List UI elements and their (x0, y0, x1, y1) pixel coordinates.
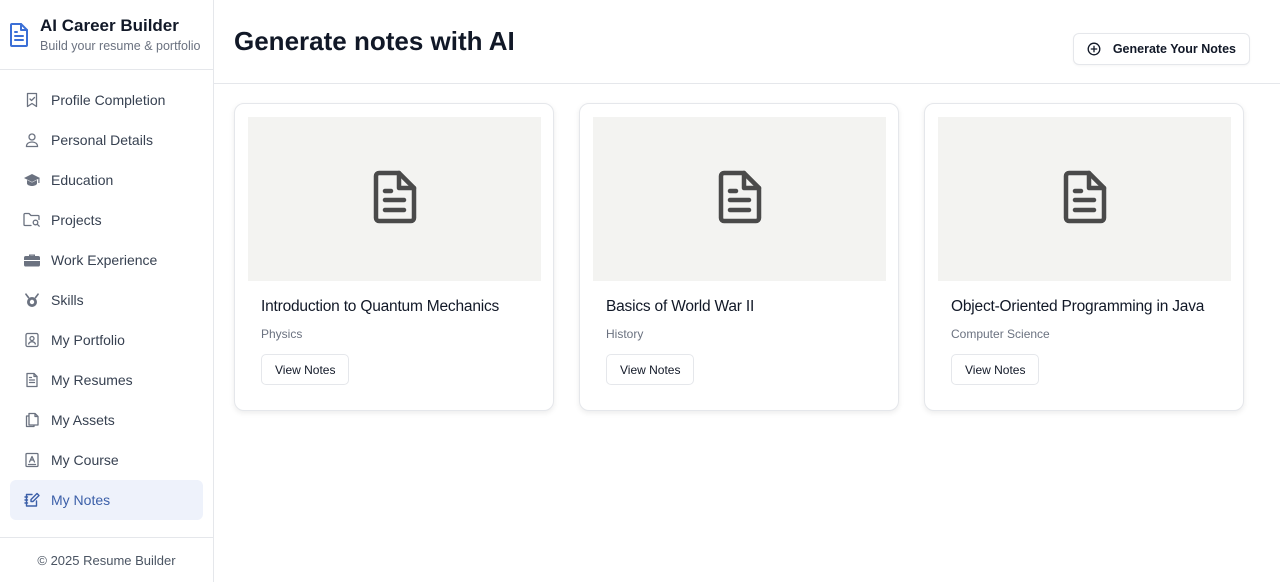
file-text-icon (373, 170, 417, 229)
briefcase-icon (23, 251, 41, 269)
portfolio-icon (23, 331, 41, 349)
graduation-cap-icon (23, 171, 41, 189)
document-icon (8, 21, 30, 49)
user-icon (23, 131, 41, 149)
sidebar-item-label: Education (51, 172, 114, 188)
folder-search-icon (23, 211, 41, 229)
note-category: Computer Science (951, 327, 1050, 341)
file-text-icon (23, 371, 41, 389)
sidebar-item-label: My Notes (51, 492, 111, 508)
sidebar-item-skills[interactable]: Skills (10, 280, 203, 320)
sidebar-item-my-course[interactable]: My Course (10, 440, 203, 480)
sidebar-item-label: My Resumes (51, 372, 133, 388)
skills-icon (23, 291, 41, 309)
sidebar-item-label: Work Experience (51, 252, 158, 268)
sidebar-footer: © 2025 Resume Builder (0, 537, 213, 582)
notes-grid: Introduction to Quantum Mechanics Physic… (234, 103, 1244, 411)
note-thumbnail (593, 117, 886, 281)
view-notes-button[interactable]: View Notes (951, 354, 1040, 385)
page-header: Generate notes with AI Generate Your Not… (214, 0, 1280, 84)
sidebar-item-education[interactable]: Education (10, 160, 203, 200)
copy-icon (23, 411, 41, 429)
main-content: Generate notes with AI Generate Your Not… (214, 0, 1280, 582)
note-category: History (606, 327, 644, 341)
course-icon (23, 451, 41, 469)
note-card: Object-Oriented Programming in Java Comp… (924, 103, 1244, 411)
sidebar-item-profile-completion[interactable]: Profile Completion (10, 80, 203, 120)
sidebar-item-personal-details[interactable]: Personal Details (10, 120, 203, 160)
note-thumbnail (938, 117, 1231, 281)
app-title: AI Career Builder (40, 15, 179, 35)
sidebar-item-label: Skills (51, 292, 84, 308)
app-subtitle: Build your resume & portfolio (40, 38, 201, 53)
sidebar-item-my-resumes[interactable]: My Resumes (10, 360, 203, 400)
file-text-icon (718, 170, 762, 229)
note-thumbnail (248, 117, 541, 281)
note-title: Introduction to Quantum Mechanics (261, 298, 500, 315)
view-notes-button[interactable]: View Notes (606, 354, 695, 385)
note-card: Introduction to Quantum Mechanics Physic… (234, 103, 554, 411)
sidebar: AI Career Builder Build your resume & po… (0, 0, 214, 582)
generate-notes-button[interactable]: Generate Your Notes (1072, 33, 1250, 65)
page-title: Generate notes with AI (234, 26, 515, 56)
note-card: Basics of World War II History View Note… (579, 103, 899, 411)
sidebar-item-label: My Portfolio (51, 332, 125, 348)
note-category: Physics (261, 327, 303, 341)
brand[interactable]: AI Career Builder Build your resume & po… (0, 0, 213, 70)
sidebar-item-label: My Course (51, 452, 119, 468)
view-notes-button[interactable]: View Notes (261, 354, 350, 385)
sidebar-item-my-assets[interactable]: My Assets (10, 400, 203, 440)
sidebar-item-label: Personal Details (51, 132, 153, 148)
generate-notes-label: Generate Your Notes (1112, 42, 1236, 56)
bookmark-check-icon (23, 91, 41, 109)
sidebar-item-my-portfolio[interactable]: My Portfolio (10, 320, 203, 360)
sidebar-item-my-notes[interactable]: My Notes (10, 480, 203, 520)
sidebar-item-work-experience[interactable]: Work Experience (10, 240, 203, 280)
sidebar-item-projects[interactable]: Projects (10, 200, 203, 240)
note-title: Object-Oriented Programming in Java (951, 298, 1205, 315)
plus-circle-icon (1087, 42, 1101, 56)
sidebar-nav: Profile Completion Personal Details Educ… (10, 80, 203, 520)
sidebar-item-label: My Assets (51, 412, 115, 428)
sidebar-item-label: Profile Completion (51, 92, 166, 108)
note-title: Basics of World War II (606, 298, 755, 315)
notebook-pen-icon (23, 491, 41, 509)
sidebar-item-label: Projects (51, 212, 102, 228)
file-text-icon (1063, 170, 1107, 229)
